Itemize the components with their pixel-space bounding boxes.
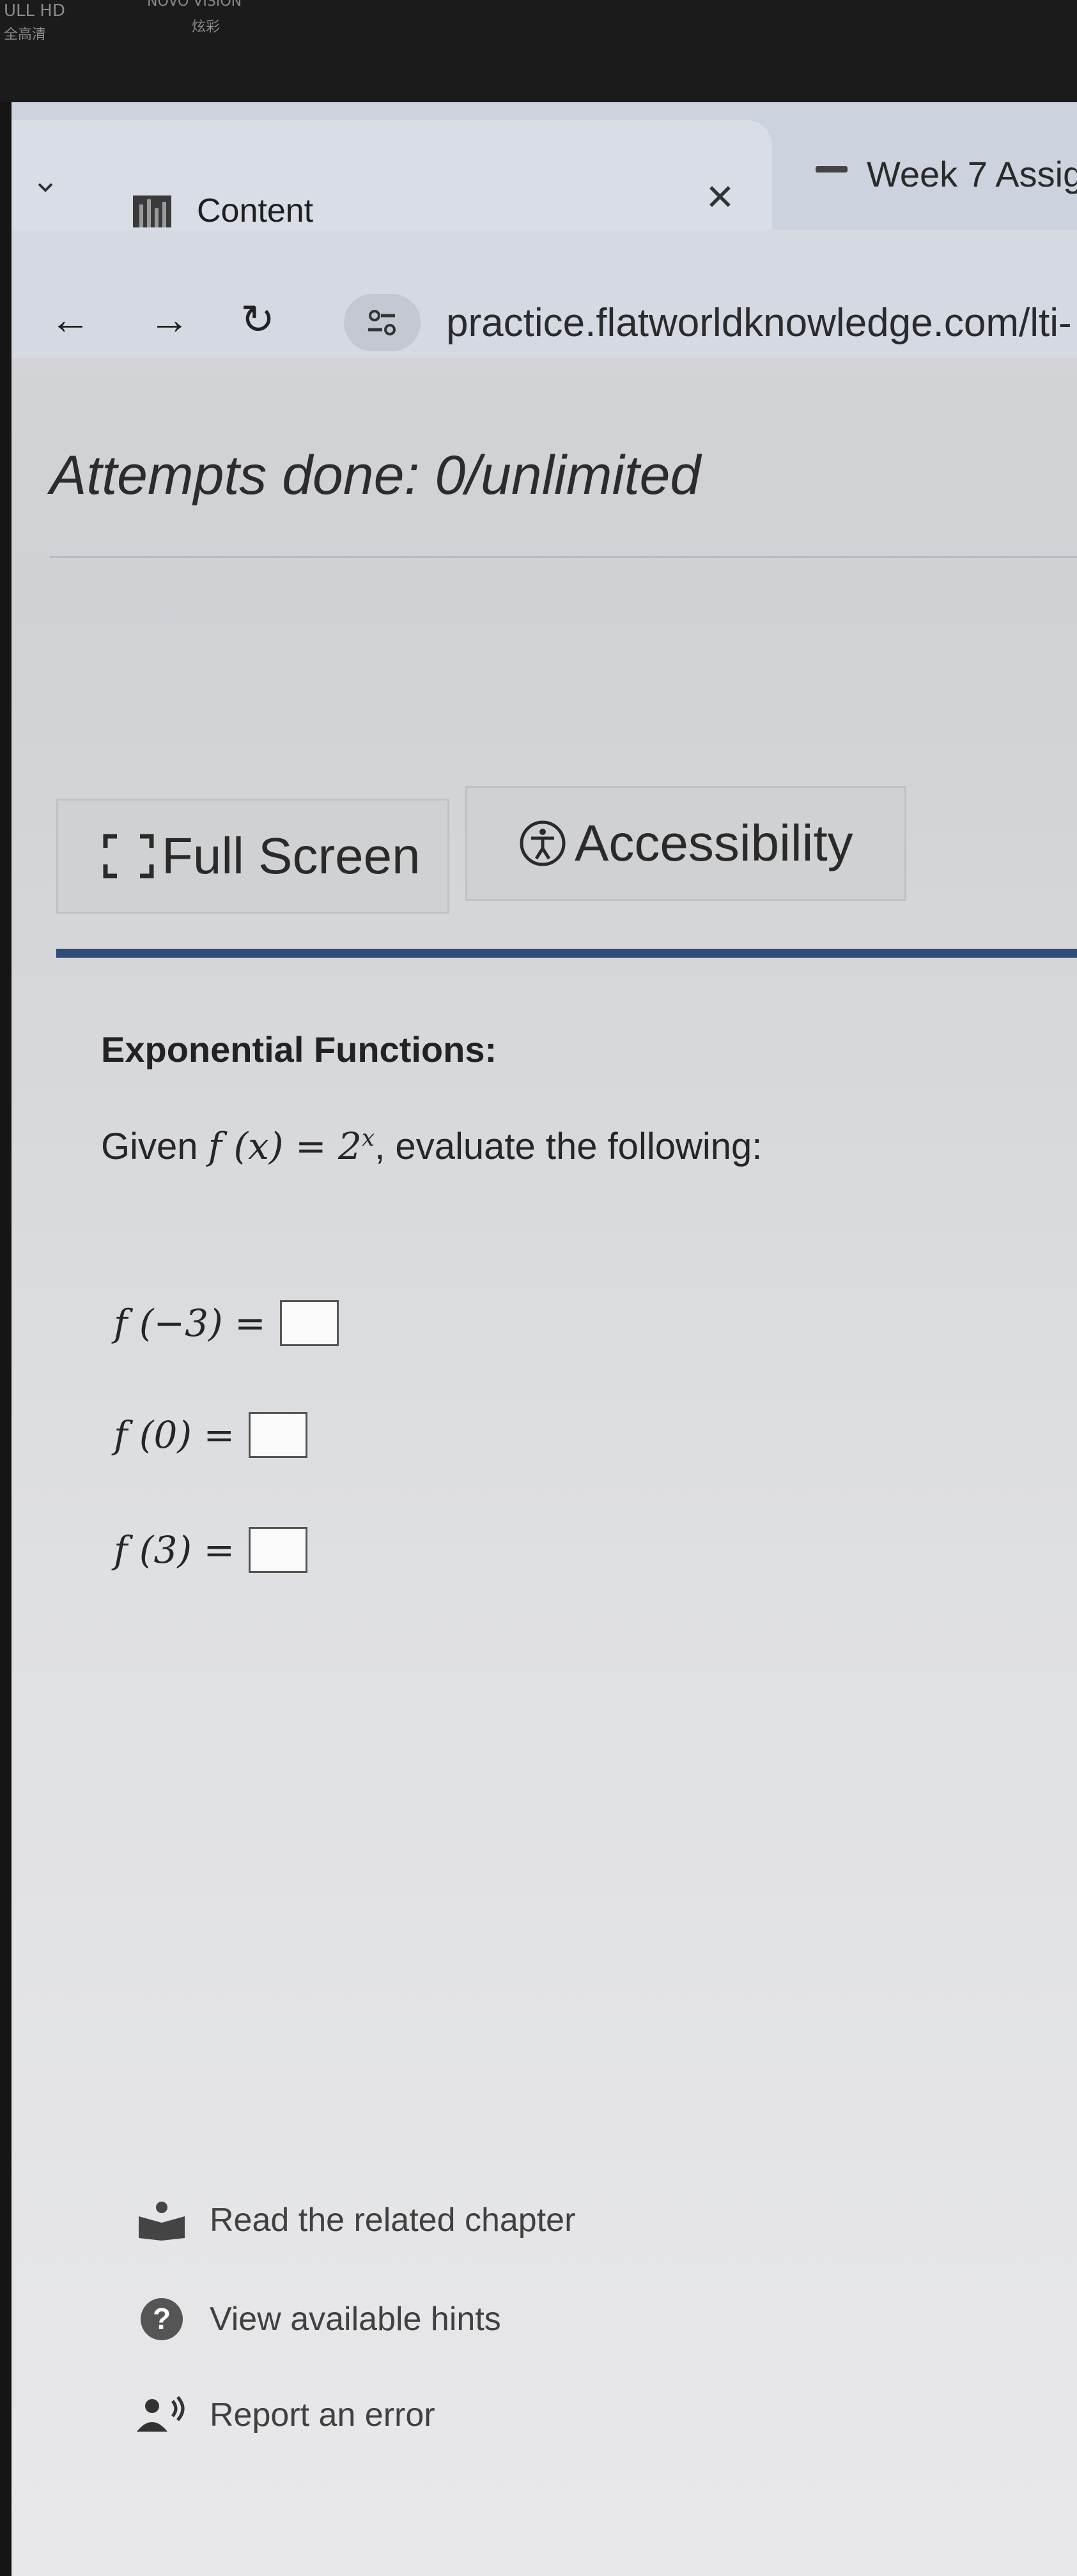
help-icon: ? xyxy=(133,2297,190,2342)
given-function: f (x) = 2 xyxy=(208,1124,362,1168)
report-error-label: Report an error xyxy=(210,2396,435,2434)
fullscreen-icon xyxy=(103,834,154,878)
given-exponent: x xyxy=(361,1125,375,1152)
tab-strip: Content ✕ Week 7 Assig xyxy=(12,102,1077,230)
monitor-bezel: ULL HD 全高清 NOVO VISION 炫彩 xyxy=(0,0,1077,102)
accent-rule xyxy=(56,949,1077,958)
answer-input[interactable] xyxy=(249,1412,308,1458)
tune-icon xyxy=(368,310,396,335)
accessibility-icon xyxy=(518,819,567,868)
equation-lhs: f (0) = xyxy=(114,1413,235,1457)
answer-input[interactable] xyxy=(279,1300,339,1346)
bezel-brand: NOVO VISION xyxy=(147,0,242,10)
close-icon[interactable]: ✕ xyxy=(705,176,735,218)
equation-row: f (−3) = xyxy=(114,1300,339,1346)
view-hints-link[interactable]: ? View available hints xyxy=(133,2297,501,2342)
section-title: Exponential Functions: xyxy=(101,1029,497,1070)
tab-title-week7: Week 7 Assig xyxy=(867,154,1077,194)
divider xyxy=(50,556,1077,558)
tab-content[interactable]: Content ✕ xyxy=(12,120,772,230)
content-icon xyxy=(133,195,171,227)
full-screen-label: Full Screen xyxy=(162,827,421,884)
read-chapter-link[interactable]: Read the related chapter xyxy=(133,2198,575,2242)
bezel-brand-sub: 炫彩 xyxy=(192,19,221,35)
tab-title: Content xyxy=(197,192,314,229)
browser-toolbar: ← → ↻ practice.flatworldknowledge.com/lt… xyxy=(12,230,1077,358)
browser-window: Content ✕ Week 7 Assig ← → ↻ practice.fl… xyxy=(12,102,1077,2576)
chevron-down-icon[interactable] xyxy=(37,179,54,195)
read-chapter-label: Read the related chapter xyxy=(210,2202,576,2239)
tab-week7[interactable]: Week 7 Assig xyxy=(796,134,1077,211)
tab-favicon-icon xyxy=(816,166,848,172)
page-content: Attempts done: 0/unlimited Full Screen A… xyxy=(12,358,1077,2576)
equation-lhs: f (−3) = xyxy=(114,1301,266,1345)
full-screen-button[interactable]: Full Screen xyxy=(56,799,449,914)
address-bar[interactable]: practice.flatworldknowledge.com/lti- xyxy=(446,300,1072,346)
accessibility-button[interactable]: Accessibility xyxy=(465,786,906,901)
view-hints-label: View available hints xyxy=(210,2301,501,2338)
equation-lhs: f (3) = xyxy=(114,1528,235,1572)
book-reader-icon xyxy=(133,2198,190,2242)
site-info-button[interactable] xyxy=(344,294,421,351)
back-arrow-icon[interactable]: ← xyxy=(50,299,91,340)
given-suffix: , evaluate the following: xyxy=(375,1126,763,1167)
attempts-label: Attempts done: 0/unlimited xyxy=(50,445,701,506)
report-error-link[interactable]: Report an error xyxy=(133,2393,435,2437)
reload-icon[interactable]: ↻ xyxy=(238,299,277,340)
given-prefix: Given xyxy=(101,1126,208,1167)
svg-text:?: ? xyxy=(153,2302,171,2335)
monitor-bezel-left xyxy=(0,102,12,2576)
equation-row: f (0) = xyxy=(114,1412,308,1458)
forward-arrow-icon[interactable]: → xyxy=(149,299,190,340)
bezel-label-hd: ULL HD xyxy=(4,1,65,20)
equation-row: f (3) = xyxy=(114,1527,308,1573)
accessibility-label: Accessibility xyxy=(575,815,853,871)
answer-input[interactable] xyxy=(249,1527,308,1573)
bezel-label-hd-cn: 全高清 xyxy=(4,27,47,43)
report-speaker-icon xyxy=(133,2393,190,2437)
problem-statement: Given f (x) = 2x, evaluate the following… xyxy=(101,1124,762,1168)
